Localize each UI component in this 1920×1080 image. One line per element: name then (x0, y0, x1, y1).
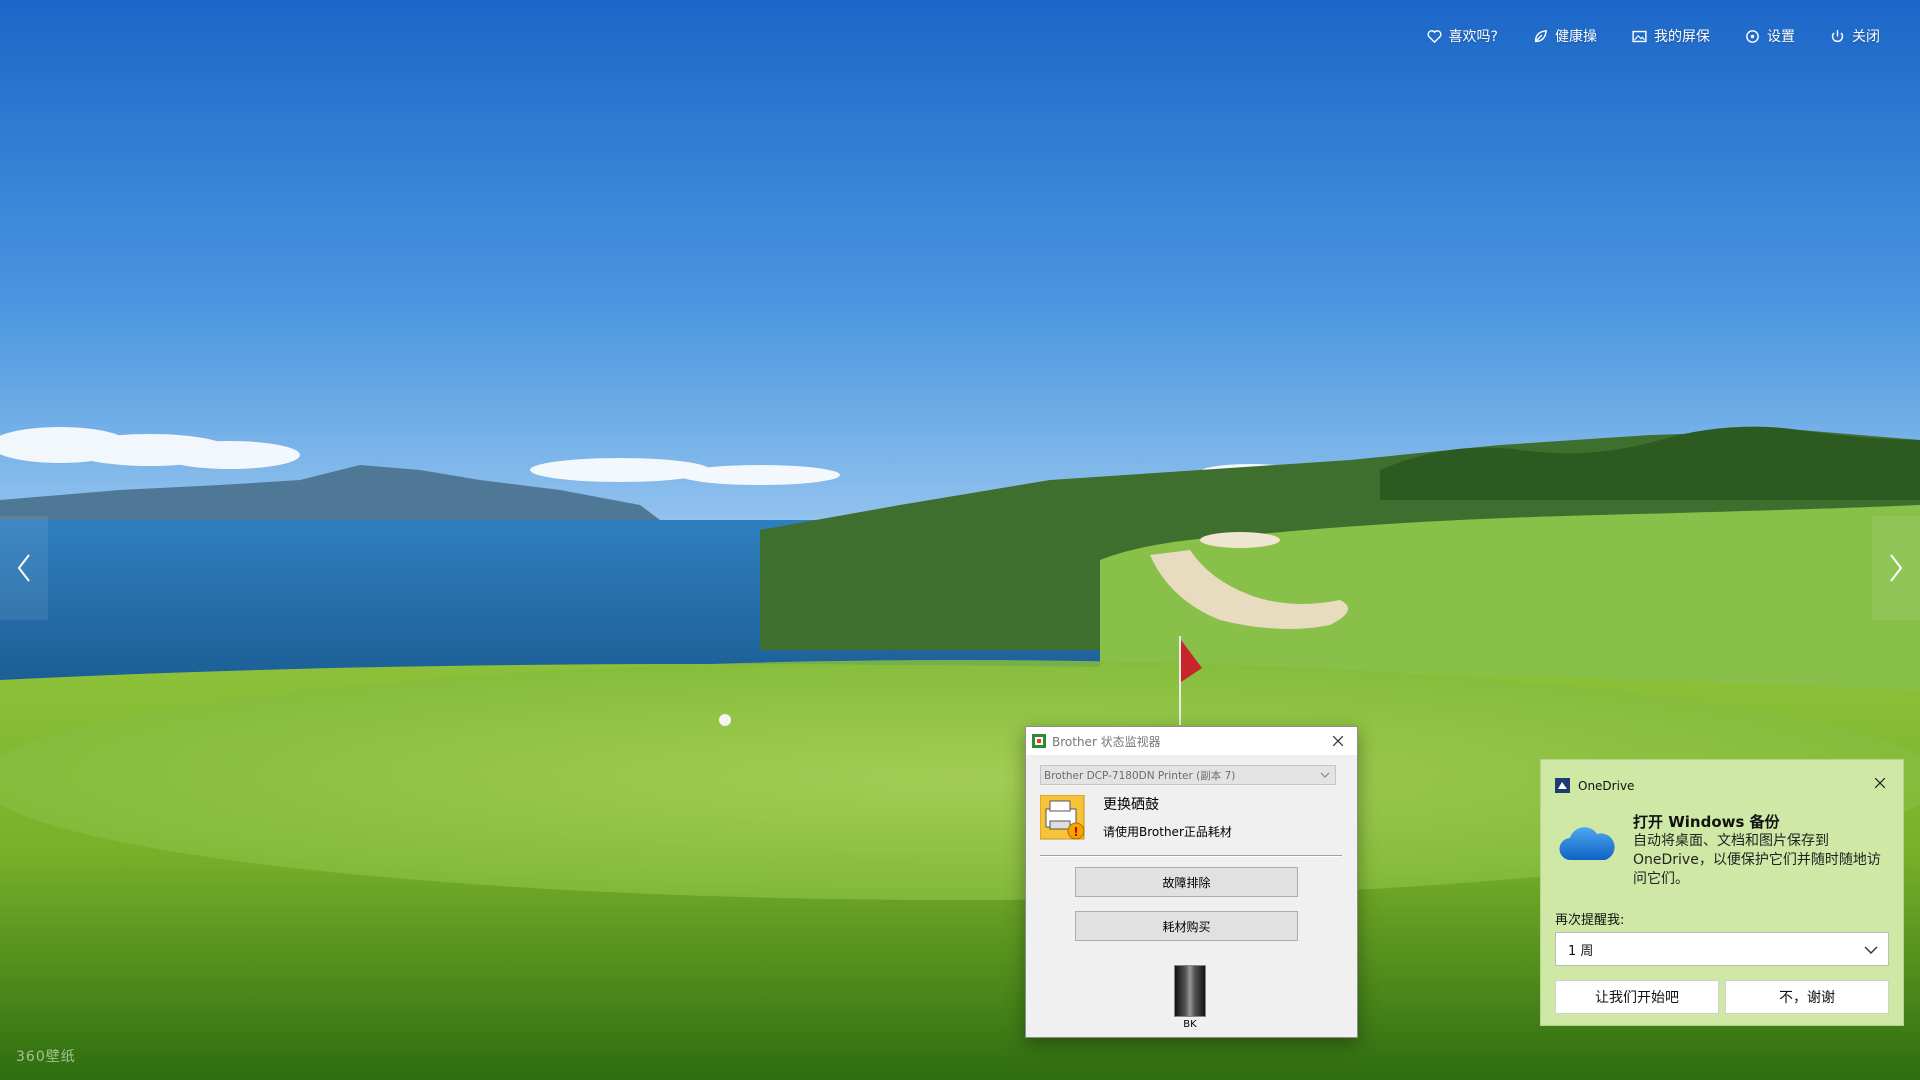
my-screensaver-label: 我的屏保 (1654, 29, 1710, 45)
notification-header: OneDrive (1555, 778, 1634, 793)
app-name: OneDrive (1578, 778, 1635, 793)
close-icon (1333, 736, 1343, 746)
close-button[interactable] (1325, 730, 1351, 752)
my-screensaver-button[interactable]: 我的屏保 (1631, 26, 1710, 46)
toner-level-bar (1174, 965, 1206, 1017)
start-button[interactable]: 让我们开始吧 (1555, 980, 1719, 1014)
previous-wallpaper-button[interactable] (0, 516, 48, 620)
printer-select-value: Brother DCP-7180DN Printer (副本 7) (1044, 769, 1236, 782)
image-icon (1632, 30, 1647, 42)
buy-supplies-button[interactable]: 耗材购买 (1075, 911, 1298, 941)
chevron-left-icon (17, 554, 30, 582)
settings-icon (1746, 29, 1759, 43)
heart-icon (1427, 29, 1442, 43)
like-label: 喜欢吗? (1448, 29, 1498, 45)
toner-label: BK (1183, 1019, 1197, 1030)
brother-status-monitor-window: Brother 状态监视器 Brother DCP-7180DN Printer… (1025, 726, 1358, 1038)
troubleshoot-button[interactable]: 故障排除 (1075, 867, 1298, 897)
printer-warning-icon: ! (1040, 795, 1085, 840)
title-bar[interactable]: Brother 状态监视器 (1026, 727, 1357, 755)
no-thanks-button[interactable]: 不，谢谢 (1725, 980, 1889, 1014)
notification-body: 自动将桌面、文档和图片保存到 OneDrive，以便保护它们并随时随地访问它们。 (1633, 833, 1881, 887)
brother-app-icon (1032, 734, 1046, 748)
remind-interval-select[interactable]: 1 周 (1555, 932, 1889, 966)
close-label: 关闭 (1852, 29, 1880, 45)
divider (1040, 855, 1342, 857)
next-wallpaper-button[interactable] (1872, 516, 1920, 620)
close-screensaver-button[interactable]: 关闭 (1829, 26, 1880, 46)
remind-interval-value: 1 周 (1568, 943, 1594, 959)
dismiss-button[interactable] (1871, 774, 1889, 792)
leaf-icon (1534, 29, 1547, 42)
printer-select[interactable]: Brother DCP-7180DN Printer (副本 7) (1040, 765, 1336, 785)
settings-button[interactable]: 设置 (1744, 26, 1795, 46)
chevron-down-icon (1864, 946, 1878, 954)
power-icon (1831, 29, 1844, 42)
cloud-icon (1559, 827, 1615, 861)
chevron-down-icon (1320, 772, 1330, 778)
onedrive-notification: OneDrive 打开 Windows 备份 自动将桌面、文档和图片保存到 On… (1540, 759, 1904, 1026)
notification-title: 打开 Windows 备份 (1633, 813, 1780, 831)
chevron-right-icon (1890, 554, 1903, 582)
close-icon (1875, 778, 1885, 788)
status-sub-text: 请使用Brother正品耗材 (1103, 825, 1232, 839)
health-label: 健康操 (1555, 29, 1597, 45)
watermark-logo: 360壁纸 (16, 1049, 76, 1065)
svg-text:!: ! (1073, 825, 1078, 839)
onedrive-app-icon (1555, 778, 1570, 793)
settings-label: 设置 (1767, 29, 1795, 45)
like-button[interactable]: 喜欢吗? (1426, 26, 1498, 46)
window-title: Brother 状态监视器 (1052, 734, 1161, 749)
remind-label: 再次提醒我: (1555, 913, 1625, 928)
status-main-text: 更换硒鼓 (1103, 797, 1159, 813)
health-exercise-button[interactable]: 健康操 (1532, 26, 1597, 46)
screensaver-toolbar: 喜欢吗? 健康操 我的屏保 设置 关闭 (1426, 26, 1880, 46)
